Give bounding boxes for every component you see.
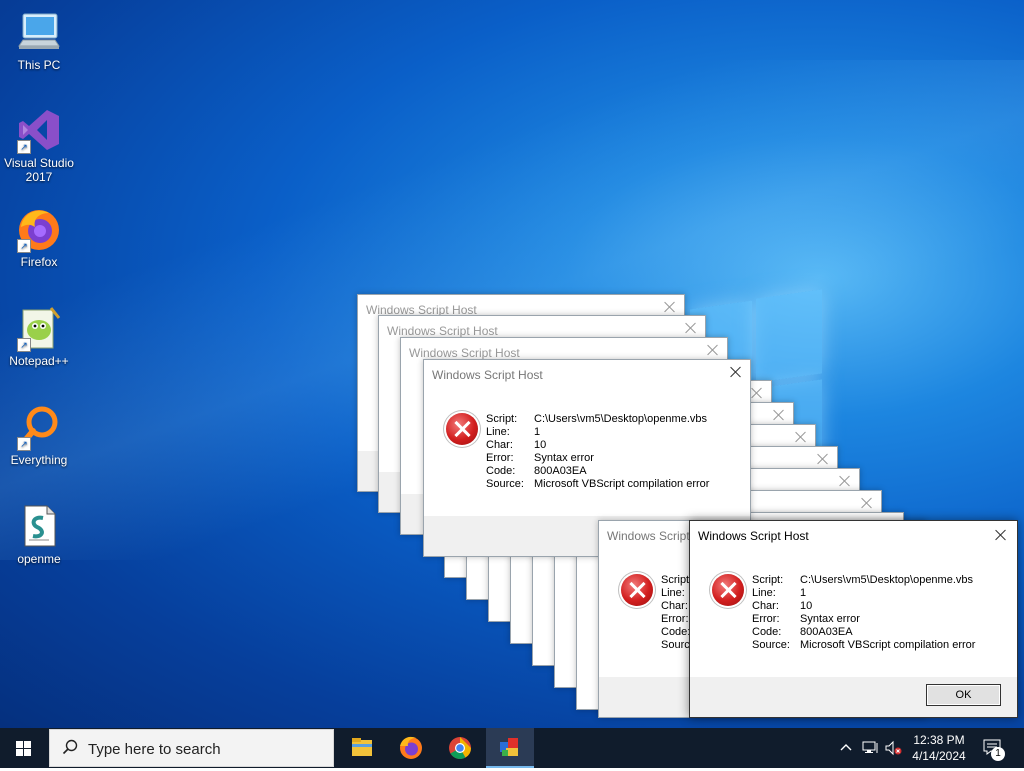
volume-muted-icon[interactable]: [884, 740, 902, 759]
error-details: Script: C:\Users\vm5\Desktop\openme.vbs L…: [752, 574, 976, 651]
close-icon[interactable]: [793, 429, 809, 445]
error-icon: [446, 413, 478, 445]
close-icon[interactable]: [837, 473, 853, 489]
start-button[interactable]: [0, 728, 48, 768]
close-icon[interactable]: [993, 527, 1009, 543]
close-icon[interactable]: [662, 299, 678, 315]
notification-count-badge: 1: [991, 747, 1005, 761]
desktop: This PC ↗ Visual Studio 2017 ↗ Firefox ↗…: [0, 0, 1024, 728]
windows-logo-icon: [16, 741, 32, 756]
dialog-title: Windows Script Host: [387, 324, 498, 338]
error-icon: [621, 574, 653, 606]
desktop-icon-label: openme: [17, 552, 61, 566]
clock-date: 4/14/2024: [912, 749, 966, 763]
desktop-icon-notepadpp[interactable]: ↗ Notepad++: [1, 304, 77, 368]
search-placeholder: Type here to search: [88, 741, 221, 758]
close-icon[interactable]: [705, 342, 721, 358]
taskbar: Type here to search 12:38 PM 4/14/2024 1: [0, 728, 1024, 768]
shortcut-arrow-icon: ↗: [17, 338, 31, 352]
close-icon[interactable]: [771, 407, 787, 423]
error-details: Script: C:\Users\vm5\Desktop\openme.vbs L…: [486, 413, 710, 490]
desktop-icon-label: Everything: [10, 453, 68, 467]
file-explorer-icon: [352, 738, 372, 756]
search-box[interactable]: Type here to search: [49, 729, 334, 767]
close-icon[interactable]: [728, 364, 744, 380]
vbs-script-icon: [15, 502, 63, 550]
everything-icon: ↗: [15, 403, 63, 451]
desktop-icon-visual-studio[interactable]: ↗ Visual Studio 2017: [1, 106, 77, 184]
search-icon: [62, 739, 78, 755]
system-clock[interactable]: 12:38 PM 4/14/2024: [905, 732, 973, 764]
shortcut-arrow-icon: ↗: [17, 437, 31, 451]
shortcut-arrow-icon: ↗: [17, 239, 31, 253]
close-icon[interactable]: [749, 385, 765, 401]
close-icon[interactable]: [683, 320, 699, 336]
firefox-icon: ↗: [15, 205, 63, 253]
dialog-title: Windows Script Host: [409, 346, 520, 360]
visual-studio-icon: ↗: [15, 106, 63, 154]
action-center-button[interactable]: 1: [983, 738, 1007, 761]
desktop-icon-this-pc[interactable]: This PC: [1, 8, 77, 72]
error-icon: [712, 574, 744, 606]
ok-button[interactable]: OK: [926, 684, 1001, 706]
dialog-title: Windows Script Host: [698, 529, 809, 543]
notepadpp-icon: ↗: [15, 304, 63, 352]
network-icon[interactable]: [862, 740, 880, 759]
dialog-title: Windows Script: [607, 529, 690, 543]
firefox-icon: [400, 736, 422, 759]
dialog-title: Windows Script Host: [432, 368, 543, 382]
taskbar-script-host[interactable]: [486, 728, 534, 768]
close-icon[interactable]: [859, 495, 875, 511]
desktop-icon-firefox[interactable]: ↗ Firefox: [1, 205, 77, 269]
taskbar-file-explorer[interactable]: [338, 728, 386, 768]
taskbar-chrome[interactable]: [436, 728, 484, 768]
desktop-icon-label: Firefox: [20, 255, 58, 269]
desktop-icon-openme[interactable]: openme: [1, 502, 77, 566]
active-error-dialog[interactable]: Windows Script Host Script: C:\Users\vm5\…: [689, 520, 1018, 718]
desktop-icon-label: This PC: [17, 58, 61, 72]
taskbar-firefox[interactable]: [387, 728, 435, 768]
desktop-icon-label: Notepad++: [9, 354, 69, 368]
shortcut-arrow-icon: ↗: [17, 140, 31, 154]
this-pc-icon: [15, 8, 63, 56]
chrome-icon: [449, 737, 471, 759]
desktop-icon-everything[interactable]: ↗ Everything: [1, 403, 77, 467]
clock-time: 12:38 PM: [913, 733, 965, 747]
close-icon[interactable]: [815, 451, 831, 467]
desktop-icon-label: Visual Studio 2017: [4, 156, 74, 184]
show-hidden-icons-chevron-icon[interactable]: [839, 740, 853, 757]
script-host-icon: [500, 738, 518, 756]
